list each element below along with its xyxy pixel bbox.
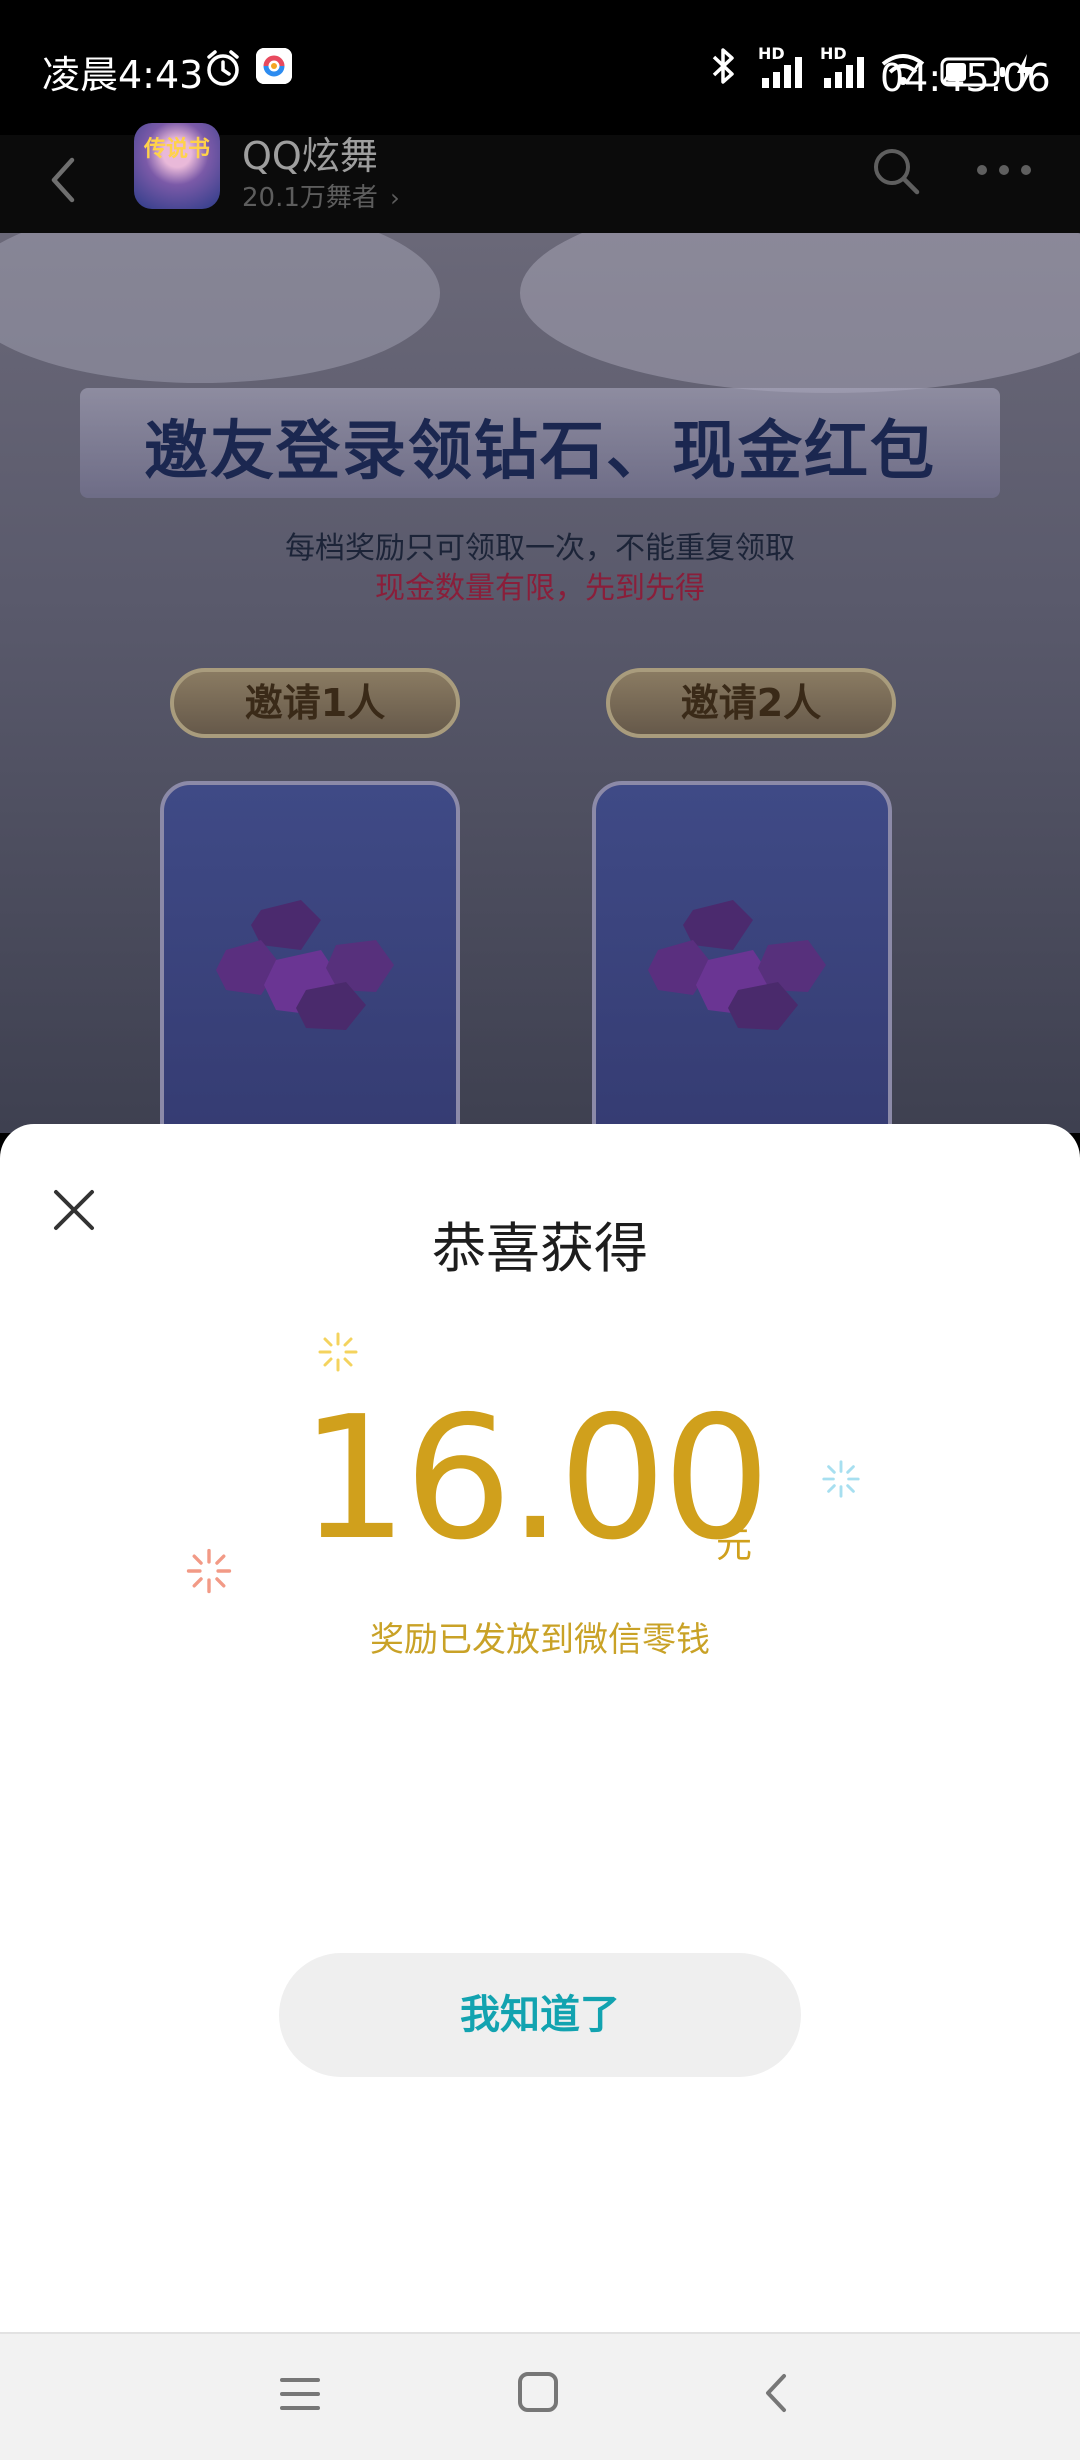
tier-label: 邀请1人 bbox=[170, 668, 460, 738]
back-icon[interactable] bbox=[36, 145, 96, 215]
app-header: 传说书 QQ炫舞 20.1万舞者 › bbox=[0, 123, 1080, 233]
tier-label: 邀请2人 bbox=[606, 668, 896, 738]
reward-description: 奖励已发放到微信零钱 bbox=[370, 1620, 710, 1660]
sparkle-icon bbox=[318, 1332, 358, 1372]
sparkle-icon bbox=[186, 1548, 232, 1594]
status-bar: 凌晨4:43 HD HD 04:45:06 bbox=[0, 0, 1080, 135]
clock-overlay: 04:45:06 bbox=[880, 56, 1051, 100]
banner-title: 邀友登录领钻石、现金红包 bbox=[144, 415, 936, 489]
reward-modal: 恭喜获得 16.00 元 奖励已发放到微信零钱 我知道了 bbox=[0, 1124, 1080, 2332]
tier-card[interactable] bbox=[592, 781, 892, 1133]
decorative-cloud bbox=[0, 233, 440, 383]
home-icon[interactable] bbox=[516, 2370, 560, 2414]
diamond-icon bbox=[216, 900, 394, 1030]
acknowledge-button[interactable]: 我知道了 bbox=[279, 1953, 801, 2077]
bluetooth-icon bbox=[712, 48, 734, 84]
follower-count[interactable]: 20.1万舞者 › bbox=[242, 177, 400, 214]
app-notification-icon bbox=[256, 48, 292, 84]
modal-title: 恭喜获得 bbox=[432, 1217, 648, 1280]
app-name[interactable]: QQ炫舞 bbox=[242, 125, 378, 180]
screen: 凌晨4:43 HD HD 04:45:06 传说书 QQ炫舞 20.1万舞者 ›… bbox=[0, 0, 1080, 2460]
chevron-right-icon: › bbox=[390, 184, 400, 212]
decorative-cloud bbox=[520, 233, 1080, 393]
rule-text-highlight: 现金数量有限，先到先得 bbox=[375, 571, 705, 606]
rule-text: 每档奖励只可领取一次，不能重复领取 bbox=[285, 531, 795, 566]
back-icon[interactable] bbox=[760, 2370, 792, 2416]
alarm-icon bbox=[207, 50, 239, 86]
tier-card[interactable] bbox=[160, 781, 460, 1133]
signal-icon-2 bbox=[824, 57, 864, 88]
app-logo-text: 传说书 bbox=[144, 137, 211, 162]
reward-unit: 元 bbox=[716, 1525, 753, 1566]
event-banner: 邀友登录领钻石、现金红包 bbox=[80, 388, 1000, 498]
event-page-background: 邀友登录领钻石、现金红包 每档奖励只可领取一次，不能重复领取 现金数量有限，先到… bbox=[0, 233, 1080, 1133]
signal-icon bbox=[762, 57, 802, 88]
system-navigation-bar bbox=[0, 2332, 1080, 2460]
status-time: 凌晨4:43 bbox=[42, 53, 204, 97]
diamond-icon bbox=[648, 900, 826, 1030]
search-icon[interactable] bbox=[870, 145, 922, 197]
more-icon[interactable] bbox=[974, 155, 1034, 185]
reward-amount: 16.00 bbox=[300, 1380, 771, 1578]
menu-icon[interactable] bbox=[278, 2374, 322, 2414]
app-logo[interactable]: 传说书 bbox=[134, 123, 220, 209]
follower-count-text: 20.1万舞者 bbox=[242, 183, 378, 213]
sparkle-icon bbox=[822, 1460, 860, 1498]
